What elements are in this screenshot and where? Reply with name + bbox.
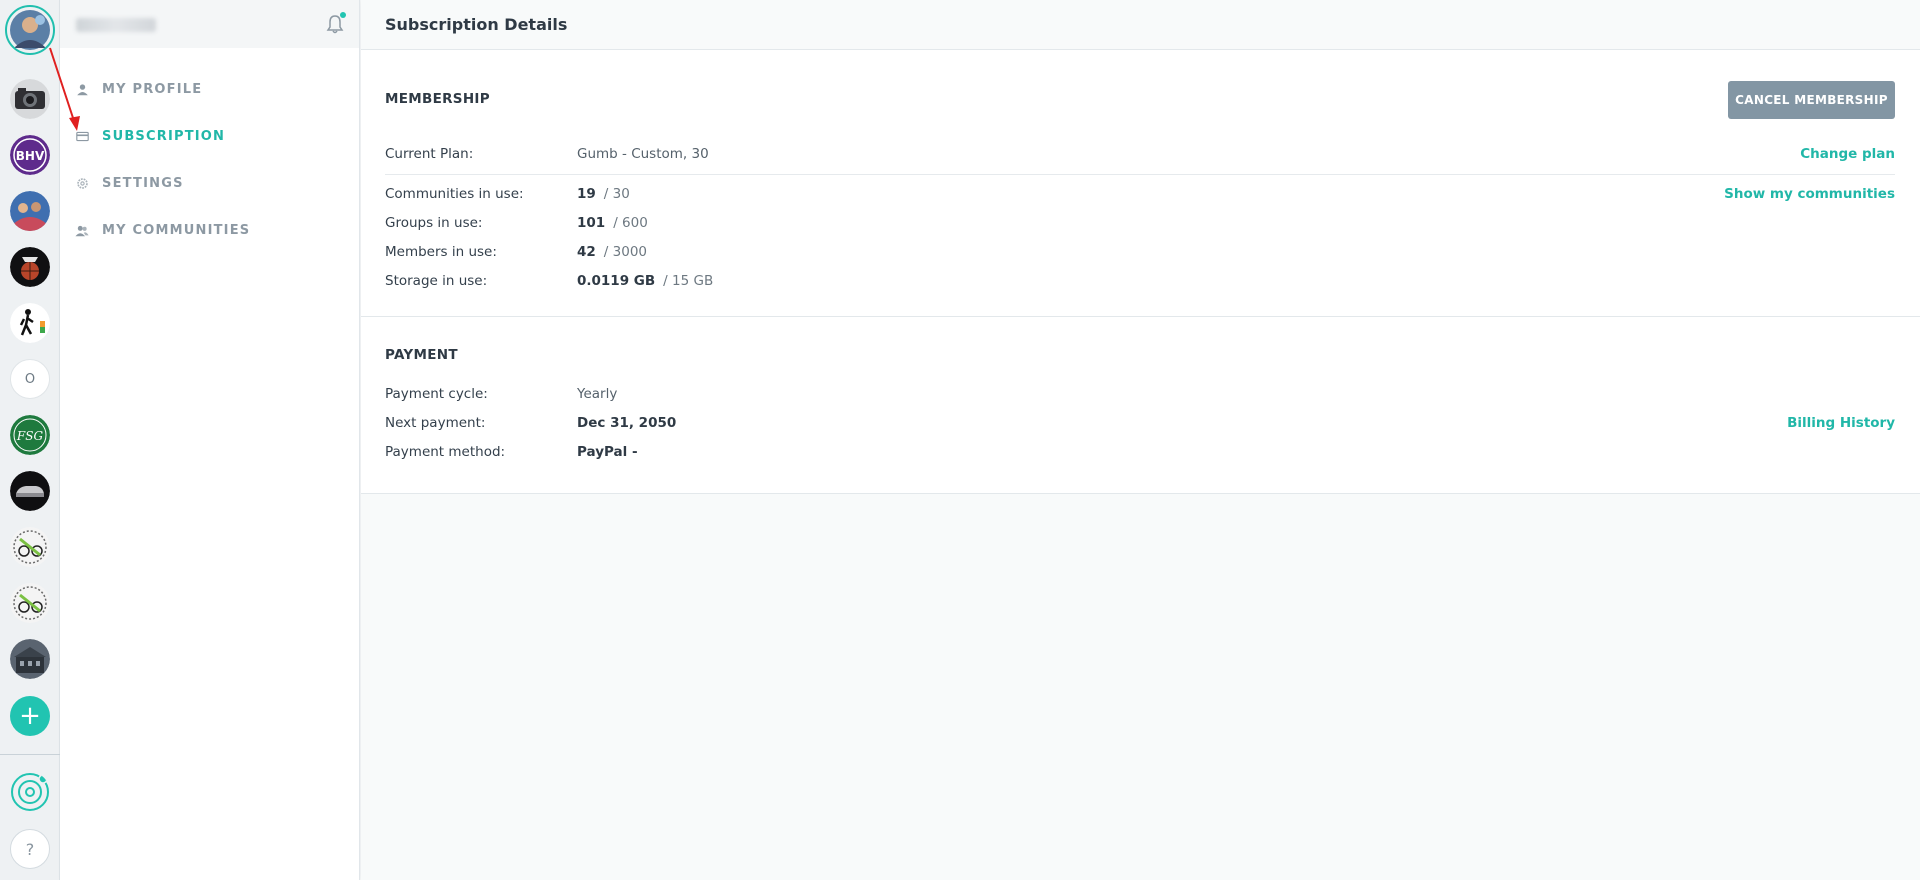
help-button[interactable]: ? <box>10 829 50 869</box>
user-bar <box>60 0 359 48</box>
communities-used: 19 <box>577 186 596 202</box>
cycling-logo-icon <box>10 527 50 567</box>
add-community-button[interactable]: + <box>10 696 50 736</box>
storage-used: 0.0119 GB <box>577 273 656 289</box>
sidebar-item-my-profile[interactable]: MY PROFILE <box>60 66 360 113</box>
main-content: Subscription Details MEMBERSHIP CANCEL M… <box>361 0 1920 880</box>
username-blurred <box>76 18 156 32</box>
members-row: Members in use: 42 / 3000 <box>385 241 1895 263</box>
bhv-logo-text: BHV <box>16 149 45 163</box>
community-hiker[interactable] <box>10 303 50 343</box>
sidebar-item-label: MY PROFILE <box>102 82 203 97</box>
groups-limit: / 600 <box>613 215 648 231</box>
sidebar-item-label: SETTINGS <box>102 176 184 191</box>
next-payment-row: Next payment: Dec 31, 2050 Billing Histo… <box>385 412 1895 434</box>
communities-row: Communities in use: 19 / 30 Show my commu… <box>385 183 1895 205</box>
current-plan-row: Current Plan: Gumb - Custom, 30 Change p… <box>385 143 1895 165</box>
community-fsg[interactable]: FSG <box>10 415 50 455</box>
payment-method-row: Payment method: PayPal - <box>385 441 1895 463</box>
fsg-logo-icon: FSG <box>10 415 50 455</box>
page-header: Subscription Details <box>361 0 1920 50</box>
fsg-logo-text: FSG <box>16 429 44 443</box>
account-sidebar: MY PROFILE SUBSCRIPTION SETTINGS MY COMM… <box>60 0 360 880</box>
page-title: Subscription Details <box>385 15 568 34</box>
plus-icon: + <box>19 701 41 731</box>
show-communities-link[interactable]: Show my communities <box>1724 186 1895 202</box>
community-o[interactable]: O <box>10 359 50 399</box>
community-car[interactable] <box>10 471 50 511</box>
storage-limit: / 15 GB <box>663 273 714 289</box>
sidebar-item-label: SUBSCRIPTION <box>102 129 226 144</box>
card-icon <box>74 129 90 145</box>
people-icon <box>74 223 90 239</box>
community-bhv[interactable]: BHV <box>10 135 50 175</box>
question-icon: ? <box>25 839 35 859</box>
sidebar-item-settings[interactable]: SETTINGS <box>60 160 360 207</box>
members-used: 42 <box>577 244 596 260</box>
groups-label: Groups in use: <box>385 215 483 231</box>
membership-divider <box>385 174 1895 175</box>
community-camera[interactable] <box>10 79 50 119</box>
user-photo-icon <box>10 10 50 50</box>
payment-method-value: PayPal - <box>577 444 638 460</box>
payment-section: PAYMENT Payment cycle: Yearly Next payme… <box>361 317 1920 494</box>
billing-history-link[interactable]: Billing History <box>1787 415 1895 431</box>
discover-button[interactable] <box>10 772 50 812</box>
payment-cycle-value: Yearly <box>577 386 618 402</box>
members-label: Members in use: <box>385 244 497 260</box>
payment-cycle-label: Payment cycle: <box>385 386 488 402</box>
notifications-button[interactable] <box>325 12 346 35</box>
sidebar-item-label: MY COMMUNITIES <box>102 223 251 238</box>
camera-icon <box>10 79 50 119</box>
building-photo-icon <box>10 639 50 679</box>
basketball-icon <box>10 247 50 287</box>
community-o-letter: O <box>24 371 36 387</box>
groups-used: 101 <box>577 215 606 231</box>
profile-avatar[interactable] <box>5 5 55 55</box>
sidebar-item-my-communities[interactable]: MY COMMUNITIES <box>60 207 360 254</box>
payment-cycle-row: Payment cycle: Yearly <box>385 383 1895 405</box>
groups-row: Groups in use: 101 / 600 <box>385 212 1895 234</box>
payment-title: PAYMENT <box>385 347 458 363</box>
storage-row: Storage in use: 0.0119 GB / 15 GB <box>385 270 1895 292</box>
community-team-photo[interactable] <box>10 191 50 231</box>
groups-value: 101 / 600 <box>577 215 648 231</box>
community-building[interactable] <box>10 639 50 679</box>
person-icon <box>74 82 90 98</box>
current-plan-value: Gumb - Custom, 30 <box>577 146 709 162</box>
community-cycling-2[interactable] <box>10 583 50 623</box>
next-payment-date: Dec 31, 2050 <box>577 415 677 431</box>
gear-icon <box>74 176 90 192</box>
communities-label: Communities in use: <box>385 186 524 202</box>
membership-title: MEMBERSHIP <box>385 91 490 107</box>
sidebar-item-subscription[interactable]: SUBSCRIPTION <box>60 113 360 160</box>
cycling-logo-icon <box>10 583 50 623</box>
payment-method-label: Payment method: <box>385 444 506 460</box>
sidebar-nav: MY PROFILE SUBSCRIPTION SETTINGS MY COMM… <box>60 66 360 254</box>
community-basketball[interactable] <box>10 247 50 287</box>
members-value: 42 / 3000 <box>577 244 647 260</box>
membership-section: MEMBERSHIP CANCEL MEMBERSHIP Current Pla… <box>361 50 1920 317</box>
rail-divider <box>0 754 60 755</box>
community-cycling-1[interactable] <box>10 527 50 567</box>
current-plan-label: Current Plan: <box>385 146 474 162</box>
team-photo-icon <box>10 191 50 231</box>
car-icon <box>10 471 50 511</box>
communities-limit: / 30 <box>603 186 630 202</box>
members-limit: / 3000 <box>603 244 647 260</box>
hiker-icon <box>10 303 50 343</box>
change-plan-link[interactable]: Change plan <box>1800 146 1895 162</box>
cancel-membership-button[interactable]: CANCEL MEMBERSHIP <box>1728 81 1895 119</box>
storage-label: Storage in use: <box>385 273 488 289</box>
target-icon <box>11 773 49 811</box>
notification-dot <box>340 12 346 18</box>
payment-method-text: PayPal - <box>577 444 638 460</box>
bhv-logo-icon: BHV <box>10 135 50 175</box>
communities-value: 19 / 30 <box>577 186 630 202</box>
next-payment-value: Dec 31, 2050 <box>577 415 676 431</box>
next-payment-label: Next payment: <box>385 415 486 431</box>
community-rail: BHV O FSG + ? <box>0 0 60 880</box>
storage-value: 0.0119 GB / 15 GB <box>577 273 713 289</box>
